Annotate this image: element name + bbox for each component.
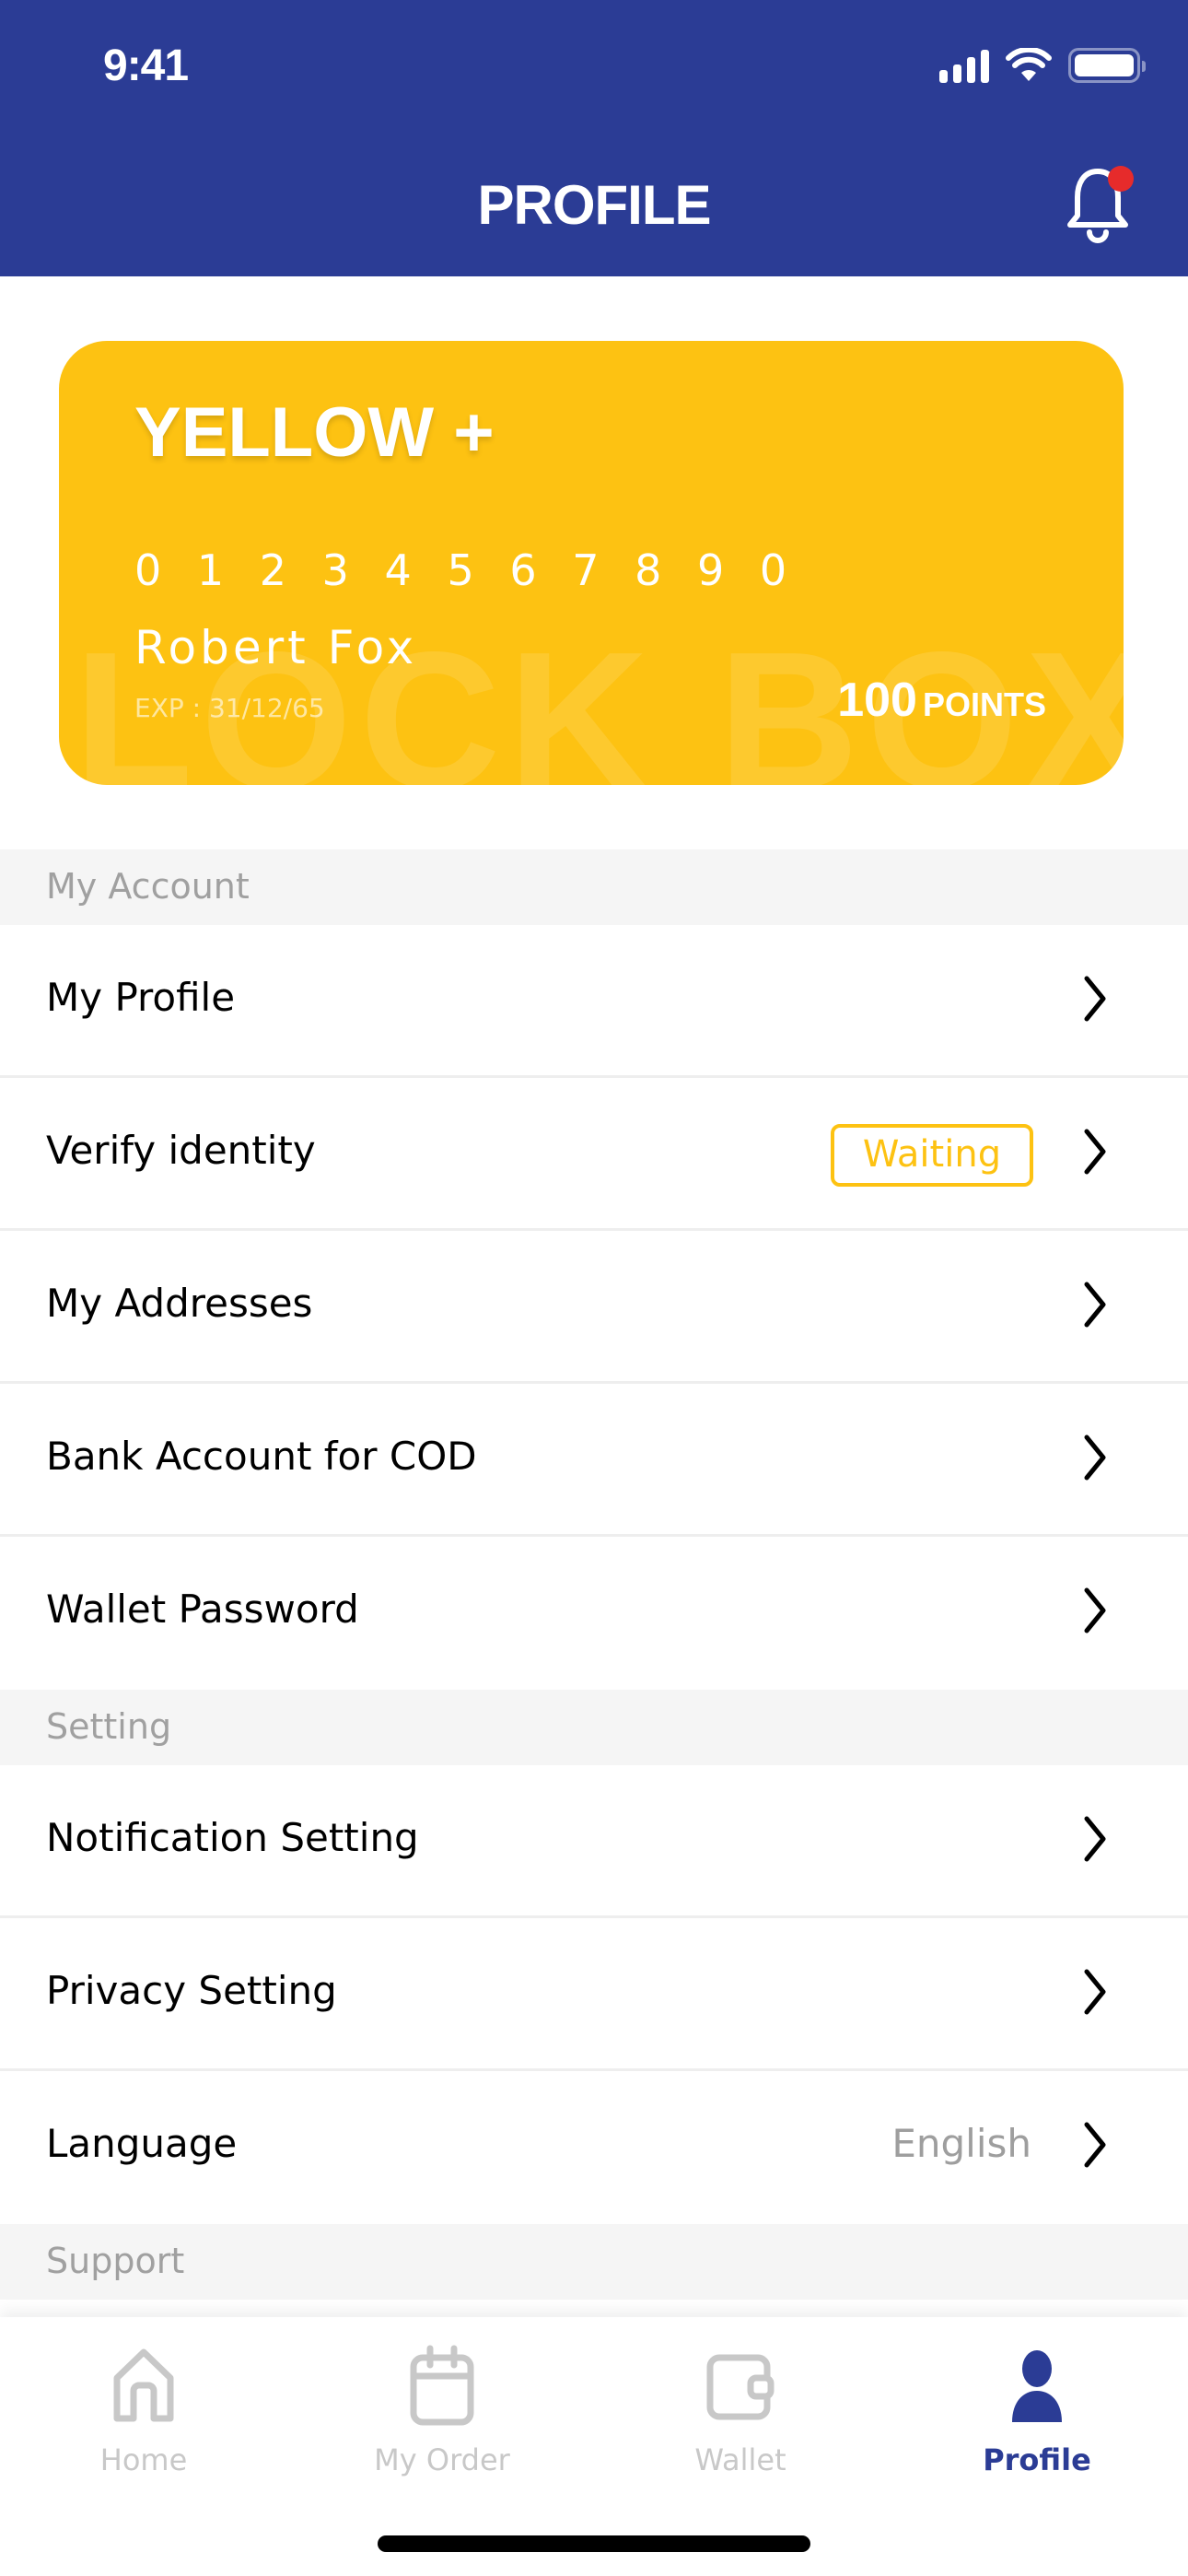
chevron-right-icon	[1084, 1816, 1106, 1862]
wallet-icon	[706, 2354, 775, 2420]
section-header-support: Support	[0, 2224, 1188, 2300]
tab-my-order[interactable]: My Order	[332, 2345, 553, 2501]
menu-item-notification-setting[interactable]: Notification Setting	[0, 1765, 1188, 1918]
tab-wallet[interactable]: Wallet	[630, 2345, 851, 2501]
points-value: 100	[837, 673, 917, 727]
chevron-right-icon	[1084, 1282, 1106, 1328]
menu-item-my-addresses[interactable]: My Addresses	[0, 1231, 1188, 1384]
card-tier: YELLOW +	[134, 393, 495, 472]
menu-item-label: Privacy Setting	[46, 1968, 337, 2013]
menu-item-label: My Addresses	[46, 1281, 313, 1326]
chevron-right-icon	[1084, 1434, 1106, 1481]
wifi-icon	[1006, 48, 1052, 81]
app-header: 9:41 PROFILE	[0, 0, 1188, 276]
page-title: PROFILE	[477, 174, 711, 236]
status-icons	[939, 48, 1146, 83]
menu-item-label: Language	[46, 2121, 238, 2166]
status-time: 9:41	[103, 41, 189, 90]
card-holder-name: Robert Fox	[134, 621, 418, 674]
menu-item-privacy-setting[interactable]: Privacy Setting	[0, 1918, 1188, 2071]
card-number: 0 1 2 3 4 5 6 7 8 9 0	[134, 545, 798, 595]
section-header-setting: Setting	[0, 1690, 1188, 1765]
card-expiry: EXP : 31/12/65	[134, 693, 325, 723]
menu-item-label: Verify identity	[46, 1128, 316, 1173]
status-badge: Waiting	[831, 1124, 1033, 1187]
tab-home[interactable]: Home	[33, 2345, 254, 2501]
chevron-right-icon	[1084, 1129, 1106, 1175]
menu-item-my-profile[interactable]: My Profile	[0, 925, 1188, 1078]
menu-item-label: My Profile	[46, 975, 236, 1020]
menu-item-wallet-password[interactable]: Wallet Password	[0, 1537, 1188, 1690]
menu-item-language[interactable]: Language English	[0, 2071, 1188, 2224]
section-title: Support	[46, 2241, 185, 2281]
menu-item-bank-account-cod[interactable]: Bank Account for COD	[0, 1384, 1188, 1537]
tab-label: Wallet	[694, 2442, 786, 2477]
calendar-icon	[410, 2345, 474, 2426]
chevron-right-icon	[1084, 2122, 1106, 2168]
menu-item-label: Bank Account for COD	[46, 1434, 477, 1479]
card-points: 100 POINTS	[837, 673, 1046, 728]
battery-icon	[1068, 48, 1146, 83]
menu-item-label: Notification Setting	[46, 1815, 419, 1860]
chevron-right-icon	[1084, 1969, 1106, 2015]
person-icon	[1012, 2350, 1062, 2422]
points-unit: POINTS	[922, 685, 1046, 723]
section-title: My Account	[46, 866, 250, 907]
section-title: Setting	[46, 1706, 172, 1747]
home-icon	[113, 2348, 174, 2422]
tab-label: Home	[99, 2442, 188, 2477]
tab-profile[interactable]: Profile	[926, 2345, 1147, 2501]
notification-badge	[1108, 166, 1134, 192]
menu-item-verify-identity[interactable]: Verify identity Waiting	[0, 1078, 1188, 1231]
chevron-right-icon	[1084, 1587, 1106, 1633]
membership-card[interactable]: LOCK BOX YELLOW + 0 1 2 3 4 5 6 7 8 9 0 …	[59, 341, 1124, 785]
home-indicator[interactable]	[378, 2535, 810, 2552]
tab-label: Profile	[983, 2442, 1091, 2477]
chevron-right-icon	[1084, 976, 1106, 1022]
menu-item-label: Wallet Password	[46, 1587, 359, 1632]
cellular-signal-icon	[939, 48, 989, 83]
language-value: English	[891, 2121, 1031, 2166]
tab-label: My Order	[374, 2442, 510, 2477]
section-header-my-account: My Account	[0, 849, 1188, 925]
